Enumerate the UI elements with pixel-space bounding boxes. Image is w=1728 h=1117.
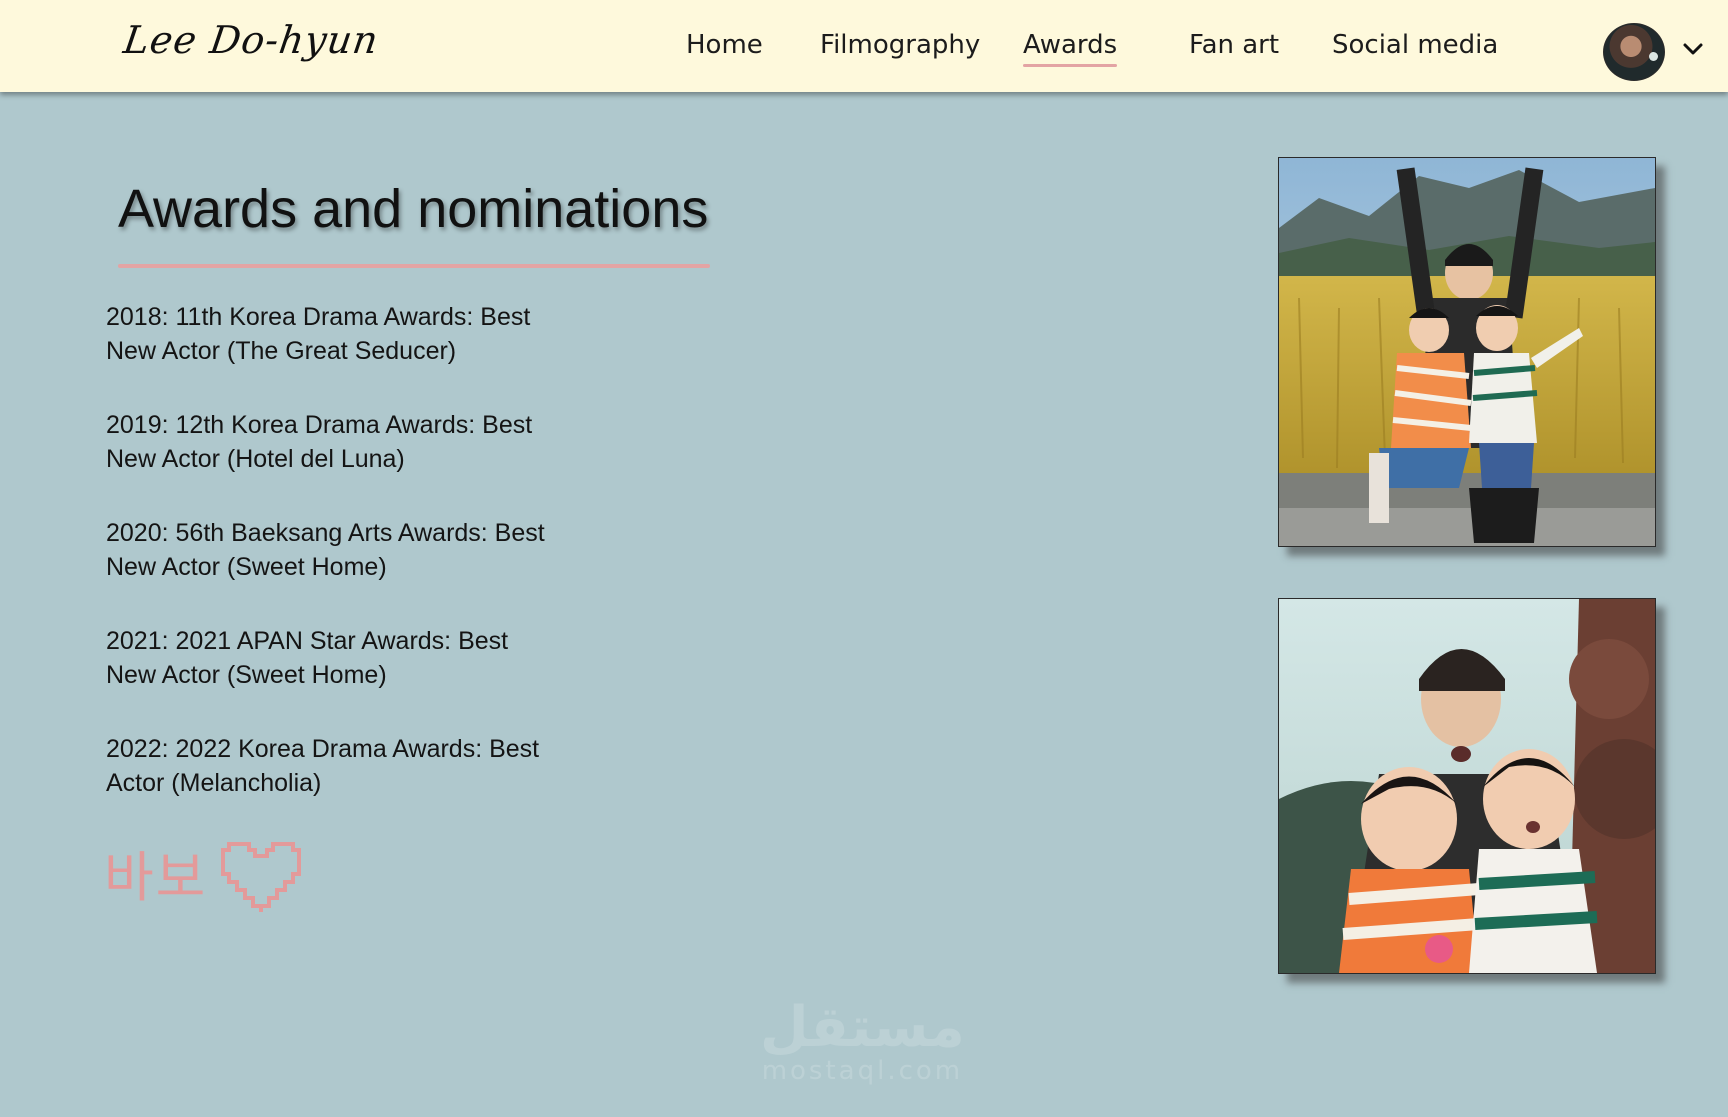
page-title: Awards and nominations: [118, 179, 709, 239]
site-logo[interactable]: Lee Do-hyun: [121, 18, 382, 62]
pixel-heart-icon: [221, 842, 302, 912]
nav-awards[interactable]: Awards: [1023, 30, 1118, 67]
nav-home[interactable]: Home: [686, 30, 763, 60]
nav-social-media[interactable]: Social media: [1332, 30, 1498, 60]
watermark-latin: mostaql.com: [761, 1056, 964, 1086]
award-item: 2018: 11th Korea Drama Awards: Best New …: [106, 300, 606, 368]
nav-fan-art[interactable]: Fan art: [1189, 30, 1279, 60]
award-line: New Actor (The Great Seducer): [106, 337, 457, 365]
award-line: New Actor (Hotel del Luna): [106, 445, 405, 473]
nav-filmography[interactable]: Filmography: [820, 30, 980, 60]
award-line: Actor (Melancholia): [106, 769, 322, 797]
award-line: 2019: 12th Korea Drama Awards: Best: [106, 411, 533, 439]
award-line: 2022: 2022 Korea Drama Awards: Best: [106, 735, 540, 763]
award-line: 2020: 56th Baeksang Arts Awards: Best: [106, 519, 545, 547]
profile-avatar[interactable]: [1603, 23, 1665, 81]
top-nav-bar: Lee Do-hyun Home Filmography Awards Fan …: [0, 0, 1728, 92]
award-item: 2020: 56th Baeksang Arts Awards: Best Ne…: [106, 516, 606, 584]
watermark: مستقل mostaql.com: [760, 995, 965, 1087]
decoration-pixel-text: 바보: [104, 840, 302, 916]
decoration-hangul: 바보: [104, 846, 208, 909]
avatar-highlight: [1649, 52, 1658, 61]
photo-rice-field-image: [1279, 158, 1655, 546]
award-line: New Actor (Sweet Home): [106, 661, 387, 689]
title-underline: [118, 264, 710, 268]
award-line: 2018: 11th Korea Drama Awards: Best: [106, 303, 531, 331]
awards-list: 2018: 11th Korea Drama Awards: Best New …: [106, 300, 606, 840]
award-line: 2021: 2021 APAN Star Awards: Best: [106, 627, 509, 655]
award-item: 2021: 2021 APAN Star Awards: Best New Ac…: [106, 624, 606, 692]
award-item: 2022: 2022 Korea Drama Awards: Best Acto…: [106, 732, 606, 800]
watermark-arabic: مستقل: [760, 995, 965, 1060]
chevron-down-icon[interactable]: [1682, 38, 1704, 60]
award-item: 2019: 12th Korea Drama Awards: Best New …: [106, 408, 606, 476]
photo-close-up-image: [1279, 599, 1655, 973]
photo-close-up: [1278, 598, 1656, 974]
award-line: New Actor (Sweet Home): [106, 553, 387, 581]
photo-rice-field: [1278, 157, 1656, 547]
